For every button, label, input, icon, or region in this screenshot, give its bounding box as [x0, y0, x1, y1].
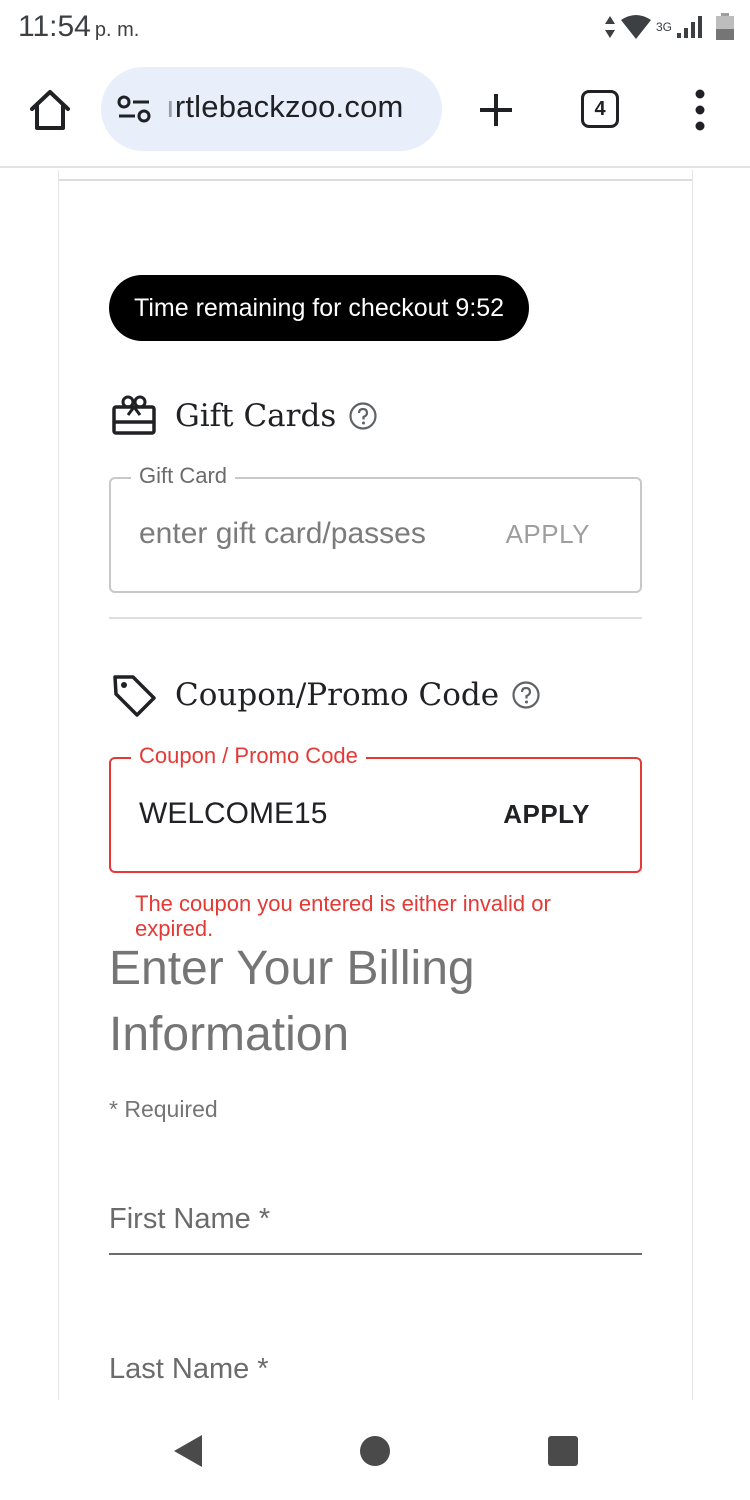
network-type: 3G [655, 20, 672, 34]
status-time-value: 11:54 [18, 10, 91, 43]
status-ampm: p. m. [94, 19, 140, 41]
url-domain: rtlebackzoo.com [174, 89, 404, 124]
gift-card-icon [112, 395, 156, 435]
gift-card-input[interactable]: enter gift card/passes [139, 517, 426, 551]
coupon-title: Coupon/Promo Code [175, 677, 500, 713]
browser-toolbar: ırtlebackzoo.com 4 [0, 56, 750, 168]
home-icon[interactable] [26, 86, 74, 134]
status-icons: 3G [604, 12, 736, 42]
gift-card-apply-button[interactable]: APPLY [506, 519, 590, 550]
wifi-icon [620, 15, 651, 39]
gift-cards-title: Gift Cards [175, 398, 337, 434]
checkout-card: Time remaining for checkout 9:52 Gift Ca… [58, 170, 693, 1400]
first-name-underline [109, 1253, 642, 1255]
battery-icon [716, 13, 734, 40]
status-bar: 11:54 p. m. 3G [0, 0, 750, 56]
last-name-field[interactable]: Last Name * [109, 1349, 642, 1400]
coupon-label: Coupon / Promo Code [131, 743, 366, 769]
back-icon[interactable] [172, 1434, 204, 1468]
tag-icon [113, 675, 156, 717]
gift-cards-header: Gift Cards [111, 393, 378, 439]
more-vert-icon[interactable] [684, 86, 716, 134]
checkout-timer: Time remaining for checkout 9:52 [109, 275, 530, 341]
status-time: 11:54 p. m. [18, 10, 139, 44]
coupon-error-message: The coupon you entered is either invalid… [135, 891, 551, 941]
recents-icon[interactable] [548, 1436, 578, 1466]
site-info-icon[interactable] [117, 94, 151, 124]
first-name-label: First Name * [109, 1203, 271, 1235]
navigation-bar [0, 1400, 750, 1500]
page-content: Time remaining for checkout 9:52 Gift Ca… [0, 170, 750, 1400]
billing-title: Enter Your Billing Information [109, 942, 475, 1061]
data-arrows-icon [604, 16, 615, 38]
gift-card-label: Gift Card [131, 463, 236, 489]
coupon-apply-button[interactable]: APPLY [503, 799, 590, 830]
url-text[interactable]: ırtlebackzoo.com [166, 89, 404, 125]
tabs-icon[interactable]: 4 [581, 90, 619, 128]
last-name-label: Last Name * [109, 1353, 269, 1385]
section-divider [109, 617, 642, 619]
signal-icon [677, 16, 702, 38]
plus-icon[interactable] [472, 86, 520, 134]
gift-card-field[interactable]: Gift Card enter gift card/passes APPLY [109, 463, 642, 593]
coupon-field[interactable]: Coupon / Promo Code WELCOME15 APPLY [109, 743, 642, 873]
help-icon[interactable] [511, 680, 541, 710]
coupon-input[interactable]: WELCOME15 [139, 797, 327, 831]
address-bar[interactable]: ırtlebackzoo.com [101, 67, 442, 151]
url-prefix: ı [166, 89, 175, 124]
home-circle-icon[interactable] [360, 1436, 390, 1466]
card-divider [59, 179, 692, 181]
coupon-header: Coupon/Promo Code [111, 672, 541, 718]
help-icon[interactable] [348, 401, 378, 431]
first-name-field[interactable]: First Name * [109, 1199, 642, 1255]
required-note: * Required [109, 1096, 218, 1122]
tab-count: 4 [594, 97, 606, 120]
